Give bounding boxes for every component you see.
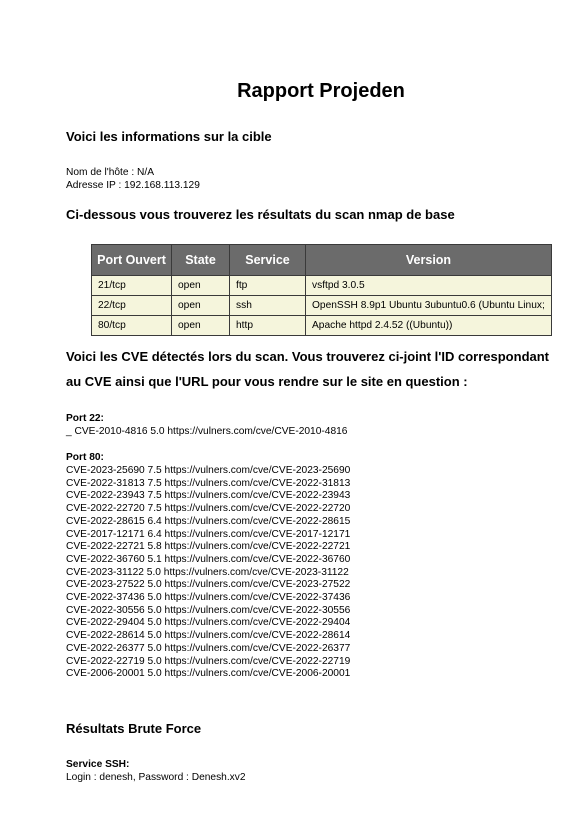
list-item: CVE-2022-22720 7.5 https://vulners.com/c… — [66, 503, 351, 515]
list-item: CVE-2023-27522 5.0 https://vulners.com/c… — [66, 579, 351, 591]
list-item: CVE-2022-37436 5.0 https://vulners.com/c… — [66, 592, 351, 604]
cell-state: open — [171, 275, 230, 296]
cell-port: 21/tcp — [91, 275, 172, 296]
list-item: CVE-2022-26377 5.0 https://vulners.com/c… — [66, 642, 351, 654]
list-item: CVE-2022-29404 5.0 https://vulners.com/c… — [66, 617, 351, 629]
report-title: Rapport Projeden — [237, 80, 405, 102]
list-item: CVE-2023-25690 7.5 https://vulners.com/c… — [66, 465, 351, 476]
cell-service: ftp — [229, 275, 306, 296]
hostname-line: Nom de l'hôte : N/A — [66, 167, 155, 178]
ports-table: Port Ouvert State Service Version 21/tcp… — [91, 244, 552, 336]
table-row: 22/tcp open ssh OpenSSH 8.9p1 Ubuntu 3ub… — [91, 295, 552, 316]
list-item: CVE-2023-31122 5.0 https://vulners.com/c… — [66, 566, 349, 578]
port80-cve-list: CVE-2023-25690 7.5 https://vulners.com/c… — [66, 465, 350, 681]
list-item: CVE-2022-23943 7.5 https://vulners.com/c… — [66, 490, 351, 502]
cve-heading-line2: au CVE ainsi que l'URL pour vous rendre … — [66, 374, 468, 389]
cell-port: 80/tcp — [91, 315, 172, 336]
list-item: CVE-2017-12171 6.4 https://vulners.com/c… — [66, 528, 351, 540]
ssh-service-label: Service SSH: — [66, 759, 130, 770]
header-version: Version — [305, 244, 552, 276]
cell-state: open — [171, 295, 230, 316]
cell-port: 22/tcp — [91, 295, 172, 316]
list-item: CVE-2022-22719 5.0 https://vulners.com/c… — [66, 655, 351, 667]
port80-label: Port 80: — [66, 452, 104, 463]
cell-version: vsftpd 3.0.5 — [305, 275, 552, 296]
list-item: CVE-2022-31813 7.5 https://vulners.com/c… — [66, 477, 351, 489]
cell-service: http — [229, 315, 306, 336]
nmap-heading: Ci-dessous vous trouverez les résultats … — [66, 207, 455, 222]
port22-cve-item: _ CVE-2010-4816 5.0 https://vulners.com/… — [66, 426, 348, 437]
ports-table-header-row: Port Ouvert State Service Version — [91, 244, 552, 276]
port22-label: Port 22: — [66, 413, 104, 424]
ssh-credentials: Login : denesh, Password : Denesh.xv2 — [66, 772, 246, 783]
cell-state: open — [171, 315, 230, 336]
list-item: CVE-2022-22721 5.8 https://vulners.com/c… — [66, 541, 351, 553]
table-row: 21/tcp open ftp vsftpd 3.0.5 — [91, 275, 552, 296]
report-page: Rapport Projeden Voici les informations … — [0, 0, 566, 823]
table-row: 80/tcp open http Apache httpd 2.4.52 ((U… — [91, 315, 552, 336]
list-item: CVE-2022-30556 5.0 https://vulners.com/c… — [66, 604, 351, 616]
ip-line: Adresse IP : 192.168.113.129 — [66, 180, 200, 191]
cve-heading-line1: Voici les CVE détectés lors du scan. Vou… — [66, 349, 550, 364]
list-item: CVE-2006-20001 5.0 https://vulners.com/c… — [66, 668, 351, 680]
target-heading: Voici les informations sur la cible — [66, 129, 272, 144]
list-item: CVE-2022-28615 6.4 https://vulners.com/c… — [66, 515, 351, 527]
header-state: State — [171, 244, 230, 276]
bruteforce-heading: Résultats Brute Force — [66, 721, 202, 736]
header-port: Port Ouvert — [91, 244, 172, 276]
cell-version: Apache httpd 2.4.52 ((Ubuntu)) — [305, 315, 552, 336]
cell-version: OpenSSH 8.9p1 Ubuntu 3ubuntu0.6 (Ubuntu … — [305, 295, 552, 316]
header-service: Service — [229, 244, 306, 276]
list-item: CVE-2022-36760 5.1 https://vulners.com/c… — [66, 553, 351, 565]
cell-service: ssh — [229, 295, 306, 316]
list-item: CVE-2022-28614 5.0 https://vulners.com/c… — [66, 630, 351, 642]
